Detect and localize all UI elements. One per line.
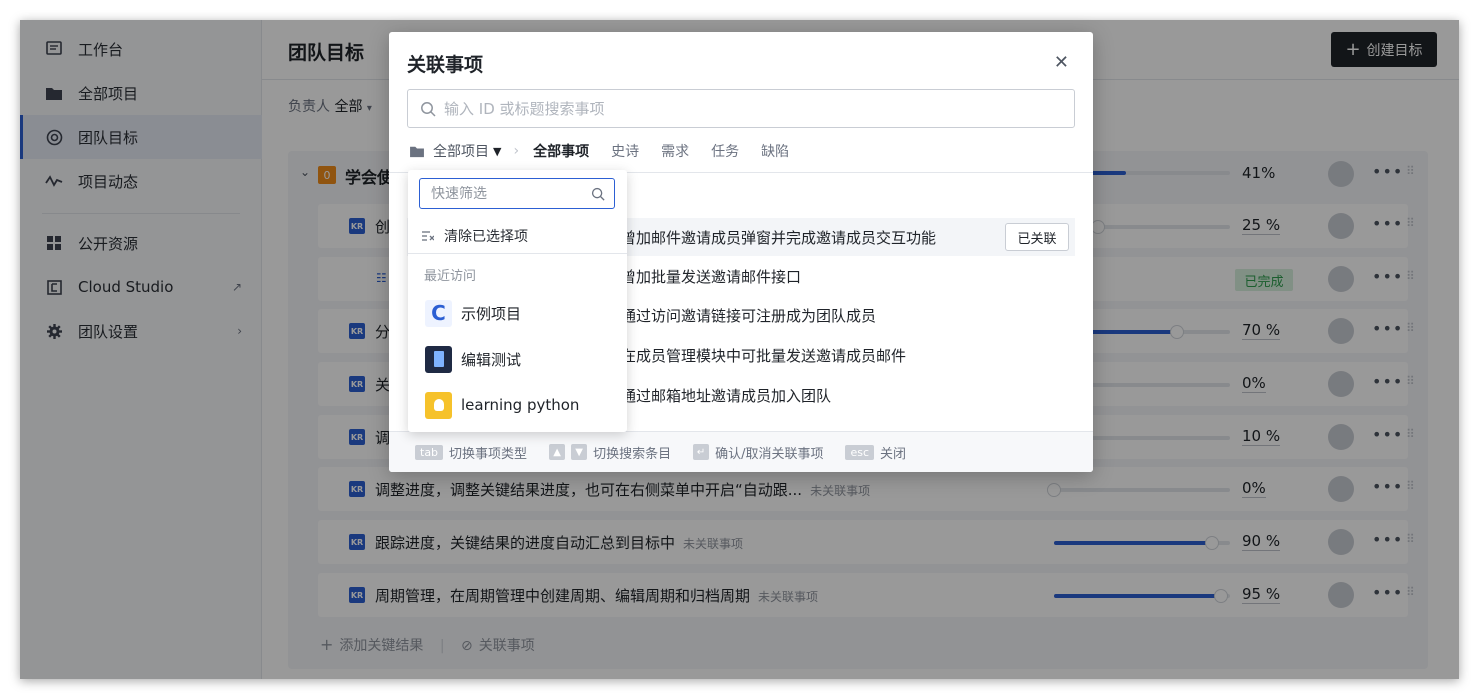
- modal-footer-hints: tab 切换事项类型 ▲ ▼ 切换搜索条目 ↵ 确认/取消关联事项 esc 关闭: [389, 431, 1093, 472]
- search-input[interactable]: [444, 99, 1064, 118]
- caret-down-icon: ▼: [493, 144, 502, 158]
- quick-filter-input[interactable]: [431, 185, 591, 202]
- chevron-right-icon: ›: [513, 143, 520, 159]
- modal-title: 关联事项: [407, 54, 484, 76]
- folder-icon: [410, 146, 424, 157]
- search-icon: [421, 101, 436, 117]
- arrow-up-icon: ▲: [549, 444, 566, 460]
- arrow-down-icon: ▼: [571, 444, 588, 460]
- hint-tab: tab 切换事项类型: [415, 443, 527, 462]
- esc-key: esc: [845, 444, 875, 460]
- lightbulb-icon: [425, 391, 452, 419]
- enter-icon: ↵: [693, 444, 710, 460]
- dropdown-project-item[interactable]: 编辑测试: [408, 339, 627, 379]
- notebook-icon: [425, 345, 452, 373]
- modal-search-box[interactable]: [407, 89, 1075, 128]
- dropdown-project-item[interactable]: C 示例项目: [408, 293, 627, 333]
- linked-button[interactable]: 已关联: [1005, 223, 1069, 251]
- recent-visits-label: 最近访问: [424, 269, 477, 284]
- hint-enter: ↵ 确认/取消关联事项: [693, 443, 823, 462]
- tab-all-items[interactable]: 全部事项: [533, 141, 589, 161]
- tab-key: tab: [415, 444, 444, 460]
- quick-filter-box[interactable]: [419, 178, 615, 209]
- project-dropdown: 清除已选择项 最近访问 C 示例项目 编辑测试 learning python: [408, 170, 627, 432]
- tab-task[interactable]: 任务: [711, 141, 739, 161]
- clear-filter-icon: [422, 230, 434, 241]
- close-icon[interactable]: ✕: [1054, 52, 1069, 73]
- hint-arrows: ▲ ▼ 切换搜索条目: [549, 443, 671, 462]
- tab-requirement[interactable]: 需求: [661, 141, 689, 161]
- tab-bug[interactable]: 缺陷: [761, 141, 789, 161]
- search-icon: [591, 187, 605, 201]
- project-selector[interactable]: 全部项目 ▼: [409, 141, 501, 161]
- clear-selection-button[interactable]: 清除已选择项: [408, 218, 627, 254]
- dropdown-project-item[interactable]: learning python: [408, 385, 627, 425]
- project-logo-icon: C: [425, 299, 452, 327]
- modal-tabs: 全部项目 ▼ › 全部事项 史诗 需求 任务 缺陷: [409, 140, 811, 162]
- tab-epic[interactable]: 史诗: [611, 141, 639, 161]
- hint-esc: esc 关闭: [845, 443, 906, 462]
